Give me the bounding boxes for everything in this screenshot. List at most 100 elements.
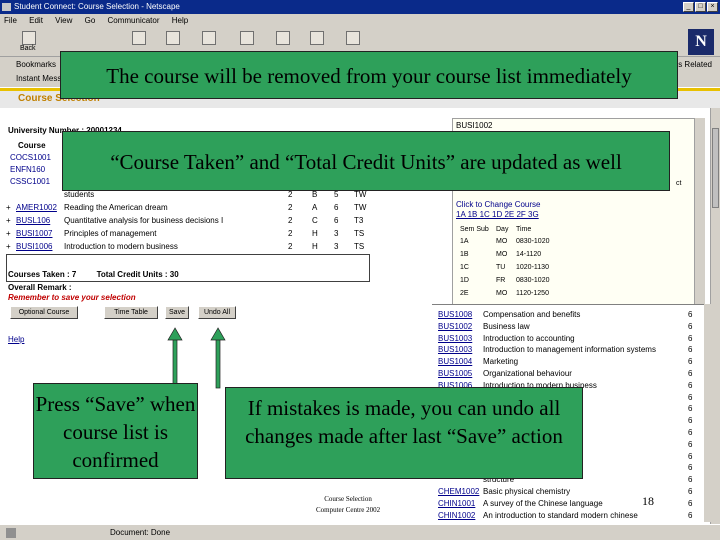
course-col3: 6 [334,216,339,225]
home-icon[interactable] [132,31,146,45]
list-item[interactable]: BUS1003 Introduction to management inform… [436,345,700,357]
plus-icon[interactable]: + [6,216,11,225]
course-header: Course [18,141,46,150]
section-row[interactable]: 2E MO 1120-1250 [456,290,696,302]
left-code[interactable]: COCS1001 [10,152,51,164]
course-units: 6 [688,475,693,485]
course-units: 6 [688,498,693,508]
menu-view[interactable]: View [55,16,72,25]
status-text: Document: Done [110,528,171,537]
course-code-link[interactable]: CHEM1002 [438,487,479,496]
list-item[interactable]: BUS1008 Compensation and benefits 6 [436,310,700,322]
list-item[interactable]: BUS1003 Introduction to accounting 6 [436,334,700,346]
course-col1: 2 [288,242,293,251]
page-footer: Course Selection Computer Centre 2002 [316,494,380,516]
course-code-link[interactable]: BUSI1007 [16,229,52,238]
course-code-link[interactable]: BUSL106 [16,216,50,225]
left-code[interactable]: ENFN160 [10,164,51,176]
menu-edit[interactable]: Edit [29,16,43,25]
window-title: Student Connect: Course Selection - Nets… [14,2,180,11]
list-item[interactable]: CHEM1002 Basic physical chemistry 6 [436,487,700,499]
table-row: + BUSI1007 Principles of management 2 H … [6,229,376,241]
page-number: 18 [642,494,654,508]
table-row: + BUSI1006 Introduction to modern busine… [6,242,376,254]
course-code-link[interactable]: BUS1003 [438,334,472,343]
menu-communicator[interactable]: Communicator [108,16,160,25]
course-list-scrollbar[interactable] [704,304,714,522]
section-links[interactable]: 1A 1B 1C 1D 2E 2F 3G [456,210,539,219]
app-icon [2,3,11,11]
course-code-link[interactable]: BUS1005 [438,369,472,378]
course-col2: A [312,203,318,212]
section-row[interactable]: 1D FR 0830-1020 [456,277,696,289]
plus-icon[interactable]: + [6,242,11,251]
print-icon[interactable] [240,31,254,45]
course-code-link[interactable]: BUS1002 [438,322,472,331]
course-col2: H [312,242,318,251]
list-item[interactable]: BUS1004 Marketing 6 [436,357,700,369]
course-code-link[interactable]: BUS1008 [438,310,472,319]
course-title: Compensation and benefits [483,310,581,319]
course-units: 6 [688,510,693,520]
course-col3: 3 [334,242,339,251]
course-code-link[interactable]: CHIN1002 [438,511,475,520]
course-col4: TW [354,203,367,212]
menu-file[interactable]: File [4,16,17,25]
course-code-link[interactable]: AMER1002 [16,203,57,212]
list-item[interactable]: CHIN1002 An introduction to standard mode… [436,511,700,523]
course-code-link[interactable]: BUS1004 [438,357,472,366]
course-units: 6 [688,357,693,367]
detail-panel-scrollbar[interactable] [695,118,705,308]
course-title: Quantitative analysis for business decis… [64,216,224,225]
menu-help[interactable]: Help [172,16,188,25]
back-arrow-icon[interactable] [22,31,36,45]
minimize-button[interactable]: _ [683,2,694,12]
help-link[interactable]: Help [8,335,24,344]
menu-go[interactable]: Go [85,16,96,25]
bookmarks-button[interactable]: Bookmarks [16,60,56,69]
list-item[interactable]: BUS1002 Business law 6 [436,322,700,334]
undo-all-button[interactable]: Undo All [198,306,236,319]
section-time: 1020-1130 [516,264,549,271]
list-item[interactable]: BUS1005 Organizational behaviour 6 [436,369,700,381]
guide-icon[interactable] [202,31,216,45]
time-table-button[interactable]: Time Table [104,306,158,319]
course-title: An introduction to standard modern chine… [483,510,638,520]
stop-icon[interactable] [346,31,360,45]
section-time: 0830-1020 [516,277,550,284]
scrollbar-thumb[interactable] [712,128,719,208]
course-col1: 2 [288,229,293,238]
change-course-label: Click to Change Course [456,200,541,209]
section-row[interactable]: 1A MO 0830-1020 [456,238,696,250]
save-button[interactable]: Save [165,306,189,319]
course-title: Organizational behaviour [483,369,572,378]
security-icon[interactable] [276,31,290,45]
courses-taken: Courses Taken : 7 [8,270,77,279]
course-code-link[interactable]: BUSI1006 [16,242,52,251]
menu-bar: File Edit View Go Communicator Help [0,14,720,27]
section-time: 14-1120 [516,251,542,258]
section-row[interactable]: 1B MO 14-1120 [456,251,696,263]
optional-course-button[interactable]: Optional Course [10,306,78,319]
course-units: 6 [688,404,693,414]
course-col3: 6 [334,203,339,212]
left-code[interactable]: CSSC1001 [10,176,51,188]
detail-course-code: BUSI1002 [456,121,493,130]
course-code-link[interactable]: CHIN1001 [438,499,475,508]
plus-icon[interactable]: + [6,203,11,212]
course-units: 6 [688,451,693,461]
section-code: 1C [460,264,469,271]
course-units: 6 [688,369,693,378]
search-icon[interactable] [166,31,180,45]
shop-icon[interactable] [310,31,324,45]
list-item[interactable]: CHIN1001 A survey of the Chinese language… [436,499,700,511]
close-button[interactable]: × [707,2,718,12]
course-title: A survey of the Chinese language [483,498,603,508]
maximize-button[interactable]: □ [695,2,706,12]
section-row[interactable]: 1C TU 1020-1130 [456,264,696,276]
status-bar: Document: Done [0,524,720,540]
course-code-link[interactable]: BUS1003 [438,345,472,354]
plus-icon[interactable]: + [6,229,11,238]
course-units: 6 [688,428,693,437]
course-units: 6 [688,463,693,473]
